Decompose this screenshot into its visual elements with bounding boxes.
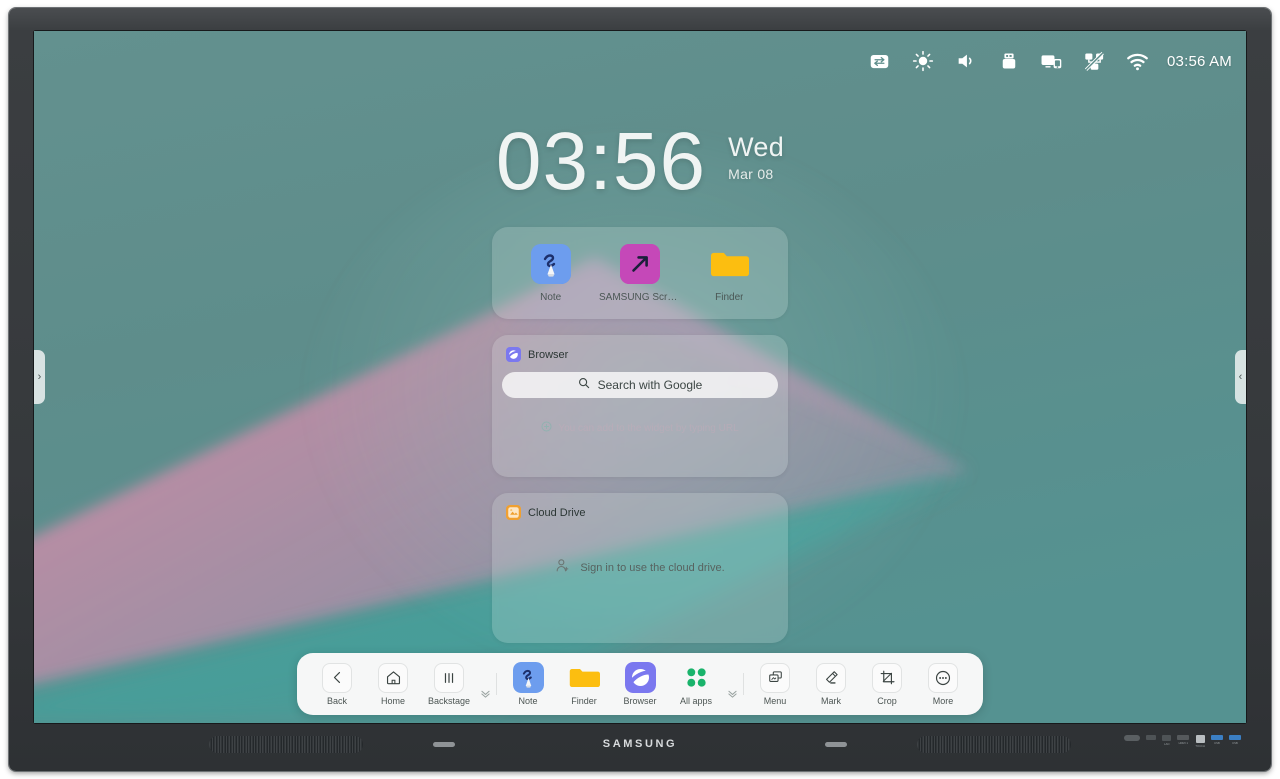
port-strip: LAN HDMI 1 TOUCH USB USB (1124, 735, 1241, 759)
status-bar: 03:56 AM (858, 41, 1232, 81)
taskbar-label: All apps (679, 695, 713, 706)
finder-app-icon (709, 244, 750, 284)
taskbar-label: Home (380, 695, 405, 706)
lan-port: LAN (1162, 735, 1172, 746)
right-panel-handle[interactable]: ‹ (1235, 350, 1246, 404)
taskbar-all-apps[interactable]: All apps (668, 657, 724, 711)
crop-icon (872, 662, 902, 693)
shortcut-samsung-screen[interactable]: SAMSUNG Screen... (598, 243, 681, 303)
taskbar-divider (743, 673, 744, 695)
taskbar: Back Home Backstage Note Finder Browser … (297, 653, 983, 715)
taskbar-button-back[interactable]: Back (309, 657, 365, 711)
browser-search-placeholder: Search with Google (597, 378, 703, 392)
add-person-icon (555, 558, 570, 578)
display-shell: 03:56 AM 03:56 Wed Mar 08 Note SAMSUNG S… (9, 8, 1271, 771)
browser-widget-header: Browser (502, 345, 778, 362)
search-icon (578, 376, 590, 394)
network-off-icon[interactable] (1073, 41, 1116, 81)
rs232-port (1146, 735, 1157, 742)
browser-app-icon (506, 347, 521, 362)
browser-widget: Browser Search with Google You can add t… (492, 335, 788, 477)
samsung-screen-app-icon (619, 243, 660, 284)
clock-date: Mar 08 (728, 166, 774, 183)
bottom-bezel: SAMSUNG LAN HDMI 1 TOUCH USB USB (33, 727, 1247, 767)
browser-widget-title: Browser (528, 348, 569, 361)
taskbar-collapse-apps[interactable] (724, 657, 740, 711)
home-icon (378, 662, 408, 693)
power-port (1124, 735, 1141, 743)
browser-hint-text: You can add to the widget by typing URL (558, 422, 739, 434)
hdmi-port: HDMI 1 (1177, 735, 1190, 745)
chevron-right-icon: › (37, 371, 42, 383)
usb-port-2: USB (1229, 735, 1241, 745)
brightness-icon[interactable] (901, 41, 944, 81)
browser-app-icon (624, 662, 656, 693)
speaker-grille-right (917, 736, 1071, 753)
taskbar-divider (496, 673, 497, 695)
menu-icon (760, 662, 790, 693)
taskbar-app-browser[interactable]: Browser (612, 657, 668, 711)
screen-share-icon[interactable] (1030, 41, 1073, 81)
taskbar-button-backstage[interactable]: Backstage (421, 657, 477, 711)
mark-icon (816, 662, 846, 693)
taskbar-app-note[interactable]: Note (500, 657, 556, 711)
chevron-left-icon: ‹ (1238, 371, 1243, 383)
widget-column: Note SAMSUNG Screen... (492, 227, 788, 643)
taskbar-label: Mark (821, 695, 841, 706)
taskbar-button-more[interactable]: More (915, 657, 971, 711)
shortcuts-widget: Note SAMSUNG Screen... (492, 227, 788, 319)
samsung-logo: SAMSUNG (602, 738, 678, 750)
note-app-icon (530, 243, 571, 284)
usb-icon[interactable] (987, 41, 1030, 81)
shortcut-finder[interactable]: Finder (689, 244, 769, 303)
clock-time: 03:56 (495, 116, 707, 207)
backstage-icon (434, 662, 464, 693)
wifi-icon[interactable] (1116, 41, 1159, 81)
taskbar-button-crop[interactable]: Crop (859, 657, 915, 711)
taskbar-label: More (932, 695, 954, 706)
all-apps-icon (681, 663, 711, 693)
browser-search-bar[interactable]: Search with Google (502, 372, 778, 398)
taskbar-app-finder[interactable]: Finder (556, 657, 612, 711)
ir-sensor-right (825, 742, 847, 747)
clock-widget[interactable]: 03:56 Wed Mar 08 (34, 121, 1246, 203)
note-app-icon (512, 662, 544, 693)
cloud-drive-widget: Cloud Drive Sign in to use the cloud dri… (492, 493, 788, 643)
shortcut-note[interactable]: Note (511, 243, 591, 303)
taskbar-label: Browser (623, 696, 657, 706)
back-icon (322, 662, 352, 693)
taskbar-label: Back (326, 695, 347, 706)
screen: 03:56 AM 03:56 Wed Mar 08 Note SAMSUNG S… (34, 31, 1246, 723)
taskbar-label: Crop (877, 695, 897, 706)
taskbar-label: Backstage (427, 695, 471, 706)
taskbar-button-home[interactable]: Home (365, 657, 421, 711)
input-source-icon[interactable] (858, 41, 901, 81)
taskbar-label: Note (518, 696, 538, 706)
browser-widget-hint: You can add to the widget by typing URL (492, 419, 788, 437)
left-panel-handle[interactable]: › (34, 350, 45, 404)
status-bar-clock: 03:56 AM (1167, 52, 1232, 70)
add-widget-icon (541, 419, 552, 437)
taskbar-collapse-nav[interactable] (477, 657, 493, 711)
shortcut-label: Finder (715, 291, 744, 303)
taskbar-button-menu[interactable]: Menu (747, 657, 803, 711)
shortcut-label: SAMSUNG Screen... (598, 291, 681, 303)
shortcut-label: Note (540, 291, 562, 303)
clock-weekday: Wed (728, 132, 785, 162)
taskbar-label: Menu (763, 695, 787, 706)
more-icon (928, 662, 958, 693)
cloud-signin-prompt[interactable]: Sign in to use the cloud drive. (492, 493, 788, 643)
speaker-grille-left (209, 736, 363, 753)
taskbar-button-mark[interactable]: Mark (803, 657, 859, 711)
ir-sensor-left (433, 742, 455, 747)
touch-port: TOUCH (1195, 735, 1205, 748)
finder-app-icon (569, 662, 600, 693)
cloud-signin-text: Sign in to use the cloud drive. (580, 562, 725, 574)
taskbar-label: Finder (571, 696, 597, 706)
volume-icon[interactable] (944, 41, 987, 81)
usb-port-1: USB (1211, 735, 1223, 745)
